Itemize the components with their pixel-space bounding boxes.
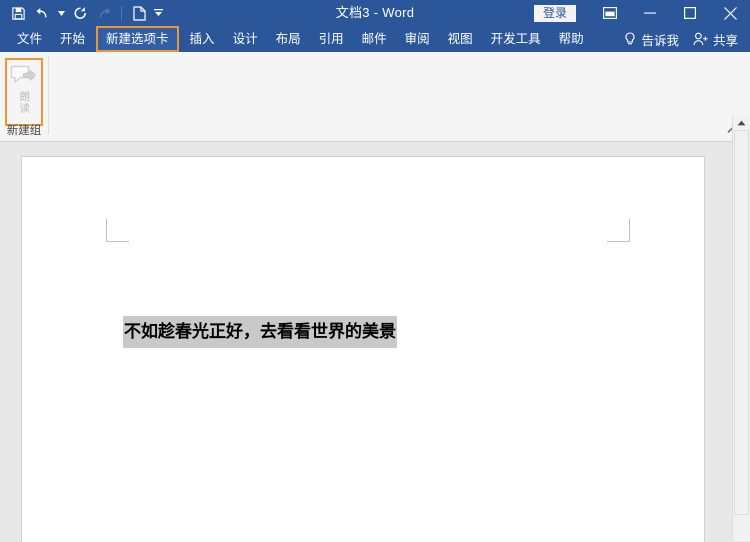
tab-home[interactable]: 开始 [51,26,94,52]
scrollbar-thumb[interactable] [734,130,749,515]
new-document-icon[interactable] [127,2,151,24]
close-icon[interactable] [710,0,750,26]
tab-file[interactable]: 文件 [8,26,51,52]
tab-new-tab[interactable]: 新建选项卡 [96,26,179,52]
sign-in-button[interactable]: 登录 [533,4,576,22]
title-bar-controls: 登录 [533,0,750,26]
tab-design[interactable]: 设计 [224,26,267,52]
share-button[interactable]: 共享 [687,26,746,52]
read-aloud-button[interactable]: 朗读 [5,58,43,126]
tab-help[interactable]: 帮助 [550,26,593,52]
tell-me-label: 告诉我 [641,33,679,48]
customize-quick-access-caret-icon[interactable] [151,2,165,24]
repeat-icon[interactable] [92,2,116,24]
title-bar: 文档3 - Word 登录 [0,0,750,26]
maximize-icon[interactable] [670,0,710,26]
quick-access-toolbar [0,0,165,26]
document-body-text[interactable]: 不如趁春光正好，去看看世界的美景 [123,316,397,348]
tab-insert[interactable]: 插入 [181,26,224,52]
vertical-scrollbar[interactable] [732,115,750,541]
tell-me-button[interactable]: 告诉我 [616,26,687,52]
tab-view[interactable]: 视图 [439,26,482,52]
ribbon-group-divider [48,56,49,134]
ribbon-tab-bar: 文件 开始 新建选项卡 插入 设计 布局 引用 邮件 审阅 视图 开发工具 帮助… [0,26,750,52]
tab-references[interactable]: 引用 [310,26,353,52]
document-page[interactable]: 不如趁春光正好，去看看世界的美景 [22,157,704,542]
undo-dropdown-caret-icon[interactable] [54,2,68,24]
word-window: 文档3 - Word 登录 文件 开始 新建选项卡 插入 设计 布局 引用 邮件… [0,0,750,542]
read-aloud-icon [9,64,39,90]
ribbon-group-label: 新建组 [6,125,42,137]
minimize-icon[interactable] [630,0,670,26]
ribbon-body: 朗读 新建组 [0,52,750,142]
tab-developer[interactable]: 开发工具 [482,26,550,52]
document-canvas: 不如趁春光正好，去看看世界的美景 [0,142,750,542]
ribbon-group-new-group: 朗读 新建组 [0,52,48,140]
redo-icon[interactable] [68,2,92,24]
share-label: 共享 [712,33,738,48]
lightbulb-icon [624,31,636,47]
tab-mailings[interactable]: 邮件 [353,26,396,52]
tab-layout[interactable]: 布局 [267,26,310,52]
margin-mark-top-right [607,219,630,242]
person-add-icon [693,32,709,46]
undo-icon[interactable] [30,2,54,24]
save-icon[interactable] [6,2,30,24]
tab-bar-right: 告诉我 共享 [616,26,746,52]
margin-mark-top-left [106,219,129,242]
ribbon-display-options-icon[interactable] [590,0,630,26]
scroll-up-icon[interactable] [733,115,750,130]
tab-review[interactable]: 审阅 [396,26,439,52]
quick-access-separator [121,5,122,21]
read-aloud-label: 朗读 [18,91,31,114]
